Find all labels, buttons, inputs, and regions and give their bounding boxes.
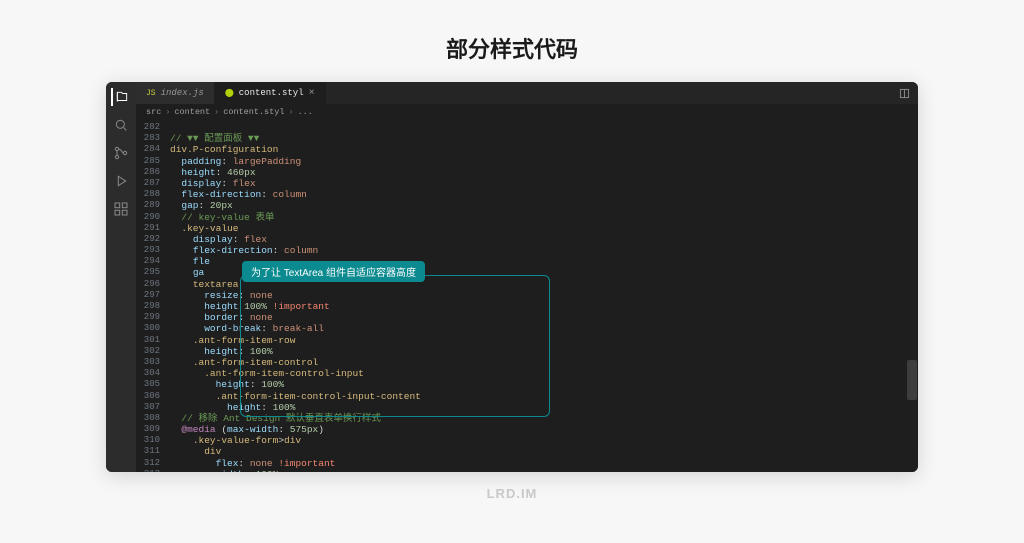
code-line[interactable]: height: 100% bbox=[170, 346, 902, 357]
line-number-gutter: 2822832842852862872882892902912922932942… bbox=[136, 120, 170, 472]
tab-bar: JS index.js ⬤ content.styl × bbox=[136, 82, 918, 104]
explorer-icon[interactable] bbox=[111, 88, 129, 106]
code-line[interactable]: div.P-configuration bbox=[170, 144, 902, 155]
code-line[interactable]: div bbox=[170, 446, 902, 457]
chevron-right-icon: › bbox=[288, 107, 293, 117]
minimap[interactable] bbox=[902, 120, 918, 472]
code-line[interactable]: // 移除 Ant Design 默认垂直表单换行样式 bbox=[170, 413, 902, 424]
code-line[interactable]: flex-direction: column bbox=[170, 189, 902, 200]
tab-label: content.styl bbox=[239, 88, 304, 98]
extensions-icon[interactable] bbox=[112, 200, 130, 218]
code-line[interactable]: height: 460px bbox=[170, 167, 902, 178]
page-title: 部分样式代码 bbox=[0, 0, 1024, 82]
tab-index-js[interactable]: JS index.js bbox=[136, 82, 215, 104]
code-line[interactable]: border: none bbox=[170, 312, 902, 323]
tab-label: index.js bbox=[161, 88, 204, 98]
code-line[interactable]: flex: none !important bbox=[170, 458, 902, 469]
search-icon[interactable] bbox=[112, 116, 130, 134]
chevron-right-icon: › bbox=[214, 107, 219, 117]
activity-bar bbox=[106, 82, 136, 472]
code-line[interactable]: // key-value 表单 bbox=[170, 212, 902, 223]
code-area[interactable]: 2822832842852862872882892902912922932942… bbox=[136, 120, 918, 472]
minimap-thumb[interactable] bbox=[907, 360, 917, 400]
source-control-icon[interactable] bbox=[112, 144, 130, 162]
debug-icon[interactable] bbox=[112, 172, 130, 190]
code-line[interactable]: .key-value bbox=[170, 223, 902, 234]
code-line[interactable]: width: 100%; bbox=[170, 469, 902, 472]
code-line[interactable]: .ant-form-item-row bbox=[170, 335, 902, 346]
code-line[interactable]: gap: 20px bbox=[170, 200, 902, 211]
code-line[interactable]: display: flex bbox=[170, 178, 902, 189]
js-file-icon: JS bbox=[146, 89, 156, 98]
editor-actions-icon[interactable] bbox=[891, 82, 918, 104]
chevron-right-icon: › bbox=[165, 107, 170, 117]
code-line[interactable] bbox=[170, 122, 902, 133]
code-line[interactable]: display: flex bbox=[170, 234, 902, 245]
code-line[interactable]: .ant-form-item-control-input-content bbox=[170, 391, 902, 402]
code-line[interactable]: height: 100% bbox=[170, 379, 902, 390]
code-line[interactable]: word-break: break-all bbox=[170, 323, 902, 334]
code-line[interactable]: height: 100% bbox=[170, 402, 902, 413]
code-line[interactable]: padding: largePadding bbox=[170, 156, 902, 167]
code-line[interactable]: height 100% !important bbox=[170, 301, 902, 312]
breadcrumb-item[interactable]: ... bbox=[298, 107, 313, 117]
vscode-editor: JS index.js ⬤ content.styl × src › conte… bbox=[106, 82, 918, 472]
close-icon[interactable]: × bbox=[309, 88, 315, 99]
code-line[interactable]: .key-value-form>div bbox=[170, 435, 902, 446]
breadcrumb-item[interactable]: content.styl bbox=[223, 107, 284, 117]
code-line[interactable]: @media (max-width: 575px) bbox=[170, 424, 902, 435]
code-line[interactable]: resize: none bbox=[170, 290, 902, 301]
code-line[interactable]: flex-direction: column bbox=[170, 245, 902, 256]
breadcrumb[interactable]: src › content › content.styl › ... bbox=[136, 104, 918, 120]
code-line[interactable]: .ant-form-item-control-input bbox=[170, 368, 902, 379]
watermark: LRD.IM bbox=[0, 472, 1024, 501]
breadcrumb-item[interactable]: src bbox=[146, 107, 161, 117]
stylus-file-icon: ⬤ bbox=[225, 88, 234, 98]
code-line[interactable]: // ▼▼ 配置面板 ▼▼ bbox=[170, 133, 902, 144]
code-line[interactable]: .ant-form-item-control bbox=[170, 357, 902, 368]
tab-content-styl[interactable]: ⬤ content.styl × bbox=[215, 82, 326, 104]
code-body[interactable]: // ▼▼ 配置面板 ▼▼div.P-configuration padding… bbox=[170, 120, 902, 472]
annotation-label: 为了让 TextArea 组件自适应容器高度 bbox=[242, 261, 425, 282]
breadcrumb-item[interactable]: content bbox=[174, 107, 210, 117]
